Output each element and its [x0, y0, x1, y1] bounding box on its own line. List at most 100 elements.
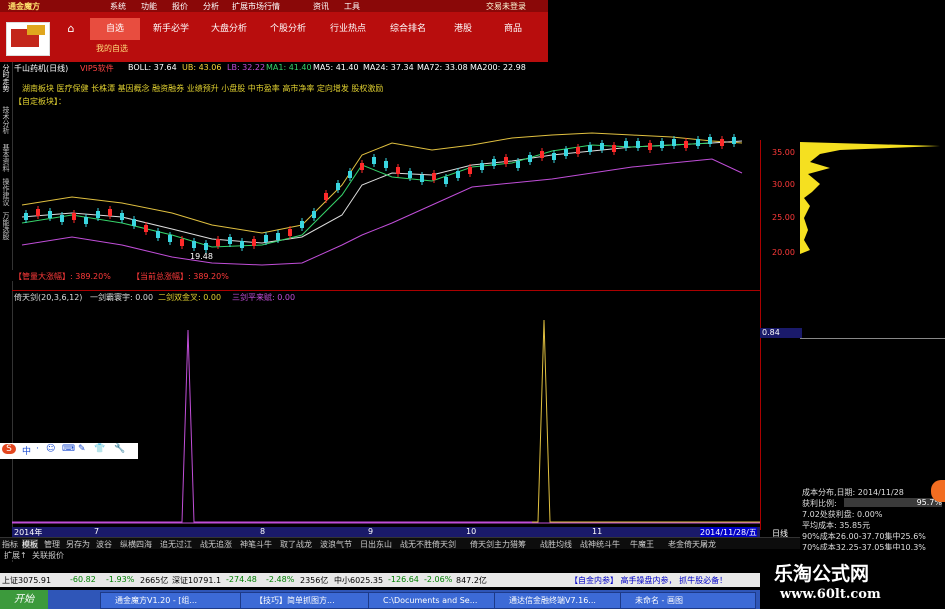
tab-advice[interactable]: 操作建议 [1, 178, 11, 206]
menu-news[interactable]: 资讯 [313, 1, 329, 12]
nav-tab-beginner[interactable]: 新手必学 [144, 18, 198, 40]
candles [24, 134, 736, 253]
nav-tab-sector[interactable]: 行业热点 [320, 18, 376, 40]
value-line [800, 338, 945, 339]
sh-index[interactable]: 上证3075.91 [2, 575, 51, 586]
ma24-value: MA24: 37.34 [363, 63, 414, 72]
nav-tab-watchlist[interactable]: 自选 [90, 18, 140, 40]
sword2-spike [532, 319, 760, 523]
ime-emoji-icon[interactable]: ☺ [46, 444, 55, 454]
price-tick: 35.00 [772, 148, 795, 157]
cost-70pct: 70%成本32.25-37.05集中10.3% [802, 543, 926, 550]
ime-logo-icon[interactable]: S [2, 444, 16, 454]
start-button[interactable]: 开始 [0, 590, 48, 609]
ext-expand-button[interactable]: 扩展↑ [4, 550, 27, 561]
boll-value: BOLL: 37.64 [128, 63, 177, 72]
menu-analysis[interactable]: 分析 [203, 1, 219, 12]
nav-tab-commodity[interactable]: 商品 [490, 18, 536, 40]
sz-change: -274.48 [226, 575, 257, 584]
task-tdx[interactable]: 通达信金融终端V7.16... [494, 592, 628, 609]
price-tick: 30.00 [772, 180, 795, 189]
profit-ratio-label: 获利比例: [802, 499, 837, 508]
low-price-label: 19.48 [190, 252, 213, 261]
app-logo: 通金魔方 [8, 2, 40, 11]
boll-mid-line [21, 140, 743, 244]
extension-bar: 扩展↑ 关联报价 [0, 549, 800, 560]
sh-pct: -1.93% [106, 575, 135, 584]
task-tongjin[interactable]: 通金魔方V1.20 - [组... [100, 592, 246, 609]
sme-pct: -2.06% [424, 575, 453, 584]
cost-90pct: 90%成本26.00-37.70集中25.6% [802, 532, 926, 541]
boll-lower-line [21, 158, 743, 266]
menu-bar: 系统 功能 报价 分析 扩展市场行情 资讯 工具 [0, 0, 548, 12]
sh-amount: 2665亿 [140, 576, 169, 585]
ime-punct-icon[interactable]: · [36, 444, 39, 454]
profit-ratio-value: 95.7% [844, 498, 942, 507]
watermark-url: www.60lt.com [780, 587, 881, 602]
price-chart[interactable]: 19.48 【管量大涨幅】: 389.20% 【当前总涨幅】: 389.20% [12, 105, 760, 290]
menu-quote[interactable]: 报价 [172, 1, 188, 12]
menu-function[interactable]: 功能 [141, 1, 157, 12]
date-tick: 7 [94, 527, 100, 536]
tab-related-quotes[interactable]: 关联报价 [32, 550, 64, 561]
ma1-value: MA1: 41.40 [266, 63, 312, 72]
nav-tab-stock[interactable]: 个股分析 [260, 18, 316, 40]
home-icon[interactable]: ⌂ [60, 18, 82, 40]
cost-date: 成本分布,日期: 2014/11/28 [802, 488, 904, 497]
sz-amount: 2356亿 [300, 576, 329, 585]
sword1-spike [12, 329, 532, 523]
watermark-title: 乐淘公式网 [774, 563, 870, 585]
side-expand-button[interactable] [931, 480, 945, 502]
price-tick: 25.00 [772, 213, 795, 222]
menu-system[interactable]: 系统 [110, 1, 126, 12]
brand-logo [6, 22, 50, 56]
signal-total-gain: 【当前总涨幅】: 389.20% [132, 271, 229, 281]
ub-value: UB: 43.06 [182, 63, 222, 72]
task-paint[interactable]: 未命名 - 画图 [620, 592, 756, 609]
task-explorer[interactable]: C:\Documents and Se... [368, 592, 502, 609]
ad-link[interactable]: 【自金内参】 高手操盘内参， 抓牛股必备！ [570, 575, 727, 586]
ma-line [21, 142, 713, 248]
ime-keyboard-icon[interactable]: ⌨ [62, 444, 75, 454]
ma72-value: MA72: 33.08 [417, 63, 468, 72]
ime-pen-icon[interactable]: ✎ [78, 444, 86, 454]
tab-fundamentals[interactable]: 基本资料 [1, 144, 11, 172]
nav-tab-rank[interactable]: 综合排名 [380, 18, 436, 40]
sz-pct: -2.48% [266, 575, 295, 584]
sz-index[interactable]: 深证10791.1 [172, 575, 221, 586]
date-tick: 8 [260, 527, 266, 536]
date-tick: 10 [466, 527, 477, 536]
subnav-my-watchlist[interactable]: 我的自选 [96, 43, 128, 54]
stock-title: 千山药机(日线) [14, 64, 69, 73]
main-nav: ⌂ 自选 新手必学 大盘分析 个股分析 行业热点 综合排名 港股 商品 [60, 18, 542, 40]
profit-at-price: 7.02处获利盘: 0.00% [802, 510, 883, 519]
ime-tools-icon[interactable]: 🔧 [114, 444, 125, 454]
indicator-value-box: 0.84 [760, 328, 802, 338]
sme-index[interactable]: 中小6025.35 [334, 575, 383, 586]
chip-distribution [800, 142, 940, 254]
lb-value: LB: 32.22 [227, 63, 266, 72]
ma5-value: MA5: 41.40 [313, 63, 359, 72]
vip-badge: VIP5软件 [80, 64, 114, 73]
signal-max-gain: 【管量大涨幅】: 389.20% [14, 271, 111, 281]
tab-screener[interactable]: 万能选股 [1, 212, 11, 240]
menu-tools[interactable]: 工具 [344, 1, 360, 12]
ime-lang-icon[interactable]: 中 [22, 444, 31, 457]
concept-tags: 湖南板块 医疗保健 长株潭 基因概念 融资融券 业绩预升 小盘股 中市盈率 高市… [22, 84, 384, 93]
menu-ext-market[interactable]: 扩展市场行情 [232, 1, 280, 12]
tab-intraday[interactable]: 分时走势 [1, 64, 11, 92]
average-cost: 平均成本: 35.85元 [802, 521, 871, 530]
date-tick: 11 [592, 527, 603, 536]
sme-amount: 847.2亿 [456, 576, 487, 585]
login-status[interactable]: 交易未登录 [486, 1, 526, 12]
nav-tab-market[interactable]: 大盘分析 [201, 18, 257, 40]
task-screenshot-tip[interactable]: 【技巧】简单抓图方... [240, 592, 376, 609]
price-axis: 35.00 30.00 25.00 20.00 [760, 140, 800, 290]
ime-toolbar[interactable]: S 中 · ☺ ⌨ ✎ 👕 🔧 [0, 443, 138, 459]
tab-technical[interactable]: 技术分析 [1, 106, 11, 134]
watermark: 乐淘公式网 www.60lt.com [760, 555, 945, 609]
ime-skin-icon[interactable]: 👕 [94, 444, 105, 454]
nav-tab-hk[interactable]: 港股 [440, 18, 486, 40]
indicator-chart[interactable] [12, 300, 760, 526]
price-tick: 20.00 [772, 248, 795, 257]
